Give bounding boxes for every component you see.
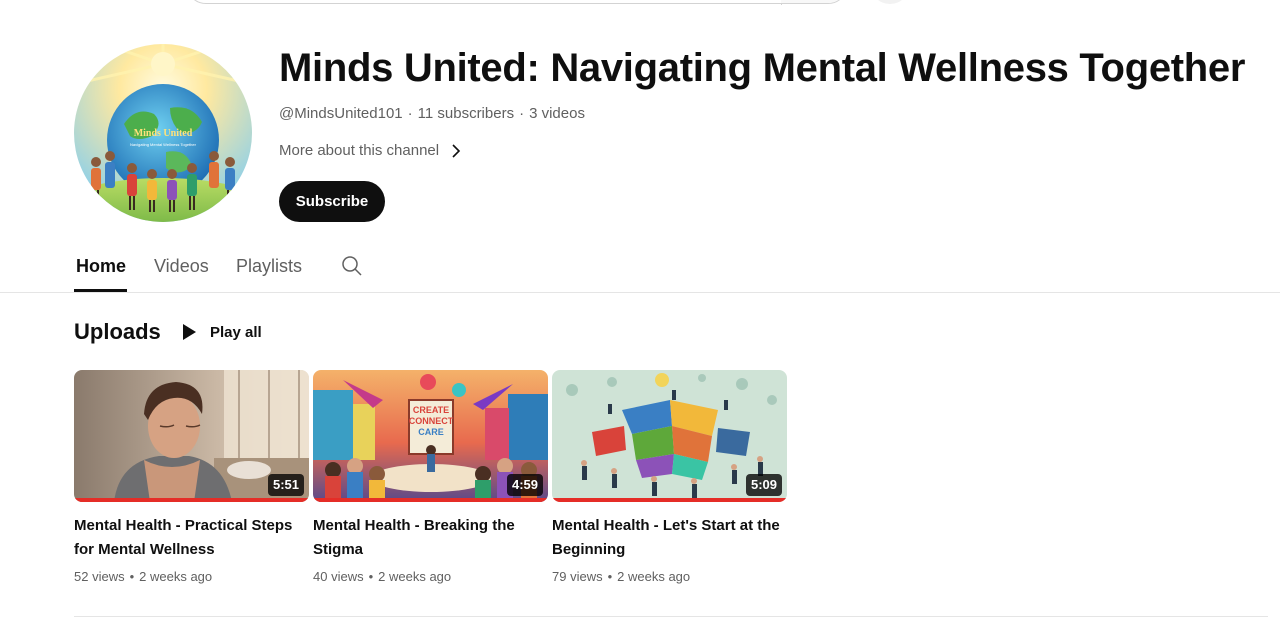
subscribe-button[interactable]: Subscribe bbox=[279, 181, 385, 222]
uploads-heading: Uploads bbox=[74, 319, 161, 344]
play-all-button[interactable]: Play all bbox=[180, 320, 262, 344]
video-views: 40 views bbox=[313, 569, 364, 584]
video-card[interactable]: CREATE CONNECT CARE 4:59 Mental Health -… bbox=[313, 370, 548, 586]
channel-avatar[interactable]: Minds United Navigating Mental Wellness … bbox=[74, 44, 252, 222]
channel-meta: @MindsUnited101 · 11 subscribers · 3 videos bbox=[279, 104, 585, 124]
watch-progress-bar bbox=[74, 498, 309, 502]
video-duration: 5:51 bbox=[267, 474, 304, 496]
tab-videos[interactable]: Videos bbox=[154, 248, 209, 292]
tab-home[interactable]: Home bbox=[76, 248, 126, 292]
video-age: 2 weeks ago bbox=[139, 569, 213, 584]
video-age: 2 weeks ago bbox=[378, 569, 452, 584]
top-search-box[interactable] bbox=[186, 0, 848, 5]
play-all-label: Play all bbox=[210, 323, 262, 341]
video-meta: 79 views • 2 weeks ago bbox=[552, 569, 691, 584]
tab-playlists[interactable]: Playlists bbox=[236, 248, 302, 292]
channel-title: Minds United: Navigating Mental Wellness… bbox=[279, 46, 1246, 90]
chevron-right-icon bbox=[452, 144, 461, 158]
mic-icon[interactable] bbox=[870, 0, 910, 4]
video-duration: 5:09 bbox=[745, 474, 782, 496]
section-divider bbox=[74, 616, 1268, 617]
tabs-divider bbox=[0, 292, 1280, 293]
video-views: 52 views bbox=[74, 569, 125, 584]
video-thumbnail[interactable]: CREATE CONNECT CARE 4:59 bbox=[313, 370, 548, 502]
watch-progress-bar bbox=[552, 498, 787, 502]
video-count: 3 videos bbox=[529, 105, 585, 122]
video-card[interactable]: 5:51 Mental Health - Practical Steps for… bbox=[74, 370, 309, 586]
video-title[interactable]: Mental Health - Breaking the Stigma bbox=[313, 514, 543, 562]
video-title[interactable]: Mental Health - Let's Start at the Begin… bbox=[552, 514, 782, 562]
video-meta: 52 views • 2 weeks ago bbox=[74, 569, 213, 584]
thumb-sign-line: CONNECT bbox=[409, 416, 454, 426]
video-thumbnail[interactable]: 5:51 bbox=[74, 370, 309, 502]
channel-avatar-image: Minds United Navigating Mental Wellness … bbox=[74, 44, 252, 222]
search-icon[interactable] bbox=[340, 254, 364, 278]
youtube-channel-page: Minds United Navigating Mental Wellness … bbox=[0, 0, 1280, 630]
thumb-sign-line: CARE bbox=[418, 427, 444, 437]
watch-progress-bar bbox=[313, 498, 548, 502]
top-search-button[interactable] bbox=[781, 0, 847, 3]
more-about-channel-link[interactable]: More about this channel bbox=[279, 140, 463, 162]
video-views: 79 views bbox=[552, 569, 603, 584]
meta-separator: · bbox=[407, 105, 413, 122]
video-age: 2 weeks ago bbox=[617, 569, 691, 584]
video-thumbnail[interactable]: 5:09 bbox=[552, 370, 787, 502]
video-card[interactable]: 5:09 Mental Health - Let's Start at the … bbox=[552, 370, 787, 586]
subscriber-count: 11 subscribers bbox=[417, 105, 515, 122]
meta-separator: · bbox=[519, 105, 525, 122]
video-duration: 4:59 bbox=[506, 474, 543, 496]
thumb-sign-line: CREATE bbox=[413, 405, 449, 415]
channel-handle: @MindsUnited101 bbox=[279, 105, 403, 122]
play-icon bbox=[183, 324, 196, 340]
video-title[interactable]: Mental Health - Practical Steps for Ment… bbox=[74, 514, 304, 562]
avatar-logo-subtext: Navigating Mental Wellness Together bbox=[130, 142, 197, 147]
avatar-logo-text: Minds United bbox=[134, 128, 193, 139]
video-meta: 40 views • 2 weeks ago bbox=[313, 569, 452, 584]
more-about-label: More about this channel bbox=[279, 142, 440, 159]
